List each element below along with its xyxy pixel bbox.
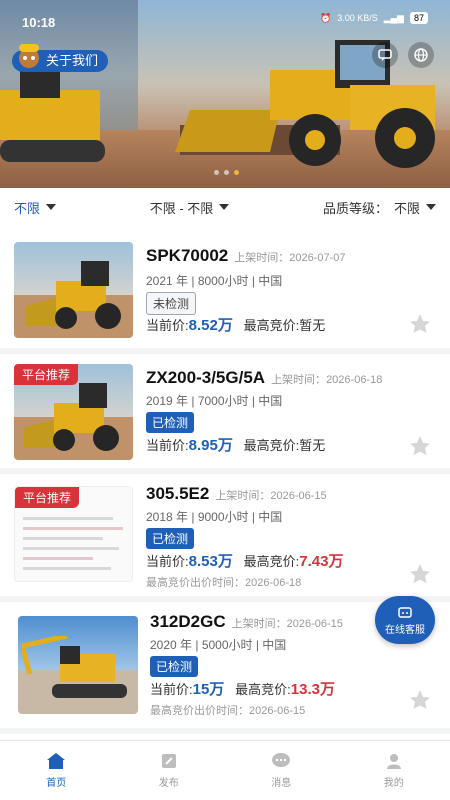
listing-photo: [18, 616, 138, 714]
listing-meta: 2020 年 | 5000小时 | 中国: [150, 638, 287, 652]
signal-icon: ▂▄▆: [383, 12, 404, 23]
top-bid: 暂无: [299, 318, 326, 333]
quality-filter-label: 品质等级：: [322, 200, 388, 216]
tab-profile[interactable]: 我的: [338, 741, 450, 800]
inspection-badge: 未检测: [146, 292, 197, 315]
tab-publish[interactable]: 发布: [113, 741, 226, 800]
region-filter[interactable]: 不限: [14, 198, 57, 217]
top-actions: [372, 42, 434, 68]
chevron-down-icon: [425, 204, 436, 210]
bottom-tab-bar: 首页 发布 消息 我的: [0, 740, 450, 800]
price-range-label: 不限 - 不限: [149, 200, 214, 216]
about-us-button[interactable]: 关于我们: [12, 44, 109, 72]
current-price: 8.95万: [188, 437, 233, 454]
bid-time: 最高竞价出价时间：2026-06-15: [150, 705, 306, 717]
listing-meta: 2021 年 | 8000小时 | 中国: [146, 274, 283, 288]
listing-meta: 2019 年 | 7000小时 | 中国: [146, 394, 283, 408]
inspection-badge: 已检测: [146, 412, 195, 433]
mascot-icon: [19, 44, 39, 68]
favorite-star-icon[interactable]: [408, 688, 432, 712]
pager-dot: [224, 170, 229, 175]
online-service-label: 在线客服: [385, 624, 425, 636]
current-price: 8.53万: [188, 553, 233, 570]
recommended-badge: 平台推荐: [15, 487, 80, 508]
online-service-button[interactable]: 在线客服: [375, 596, 435, 644]
top-bid: 13.3万: [290, 681, 335, 698]
net-speed: 3.00 KB/S: [337, 13, 378, 23]
price-row: 当前价:15万 最高竞价:13.3万: [150, 681, 335, 698]
listing-title: SPK70002 上架时间：2026-07-07: [146, 246, 346, 265]
globe-icon[interactable]: [408, 42, 434, 68]
top-bid: 7.43万: [299, 553, 344, 570]
tab-publish-label: 发布: [158, 778, 179, 789]
listing-card[interactable]: 平台推荐 ZX200-3/5G/5A 上架时间：2026-06-18 2019 年…: [0, 354, 450, 474]
listing-title: 312D2GC 上架时间：2026-06-15: [150, 612, 343, 631]
inspection-badge: 已检测: [150, 656, 199, 677]
favorite-star-icon[interactable]: [408, 312, 432, 336]
favorite-star-icon[interactable]: [408, 562, 432, 586]
edit-icon: [161, 754, 176, 768]
top-banner[interactable]: 10:18 ⏰ 3.00 KB/S ▂▄▆ 87 关于我们: [0, 0, 450, 188]
listing-card[interactable]: 平台推荐 305.5E2 上架时间：2026-06-15 2018 年 | 900…: [0, 474, 450, 602]
alarm-icon: ⏰: [320, 12, 332, 23]
chevron-down-icon: [219, 204, 230, 210]
status-time: 10:18: [22, 15, 56, 30]
tab-profile-label: 我的: [383, 778, 404, 789]
tab-messages[interactable]: 消息: [225, 741, 338, 800]
current-price: 8.52万: [188, 317, 233, 334]
user-icon: [386, 754, 401, 769]
tab-messages-label: 消息: [271, 778, 292, 789]
price-row: 当前价:8.95万 最高竞价:暂无: [146, 437, 326, 454]
bid-time: 最高竞价出价时间：2026-06-18: [146, 577, 302, 589]
side-loader-illustration: [0, 70, 105, 162]
pager-dot-active: [234, 170, 239, 175]
battery-level: 87: [409, 12, 428, 24]
chevron-down-icon: [46, 204, 57, 210]
home-icon: [47, 753, 66, 769]
quality-filter-value: 不限: [393, 200, 420, 216]
listing-photo: 平台推荐: [14, 486, 133, 582]
listing-photo: 平台推荐: [14, 364, 133, 460]
listing-title: 305.5E2 上架时间：2026-06-15: [146, 484, 327, 503]
listing-photo: [14, 242, 133, 338]
listing-title: ZX200-3/5G/5A 上架时间：2026-06-18: [146, 368, 383, 387]
top-bid: 暂无: [299, 438, 326, 453]
status-icons: ⏰ 3.00 KB/S ▂▄▆ 87: [320, 12, 428, 24]
listing-card[interactable]: SPK70002 上架时间：2026-07-07 2021 年 | 8000小时 …: [0, 226, 450, 354]
message-icon: [272, 753, 291, 767]
listing-meta: 2018 年 | 9000小时 | 中国: [146, 510, 283, 524]
current-price: 15万: [192, 681, 225, 698]
region-filter-label: 不限: [14, 200, 41, 216]
pager-dot: [214, 170, 219, 175]
headset-icon: [398, 606, 412, 618]
recommended-badge: 平台推荐: [14, 364, 79, 385]
price-range-filter[interactable]: 不限 - 不限: [150, 198, 230, 217]
filter-bar: 不限 不限 - 不限 品质等级： 不限: [0, 188, 450, 226]
price-row: 当前价:8.52万 最高竞价:暂无: [146, 317, 326, 334]
app-root: { "status": {"time": "10:18", "net_speed…: [0, 0, 450, 800]
about-us-label: 关于我们: [46, 53, 99, 68]
tab-home[interactable]: 首页: [0, 741, 113, 800]
chat-icon[interactable]: [372, 42, 398, 68]
tab-home-label: 首页: [46, 778, 67, 789]
price-row: 当前价:8.53万 最高竞价:7.43万: [146, 553, 344, 570]
banner-pager: [214, 170, 239, 175]
favorite-star-icon[interactable]: [408, 434, 432, 458]
inspection-badge: 已检测: [146, 528, 195, 549]
quality-filter[interactable]: 品质等级： 不限: [323, 198, 436, 217]
